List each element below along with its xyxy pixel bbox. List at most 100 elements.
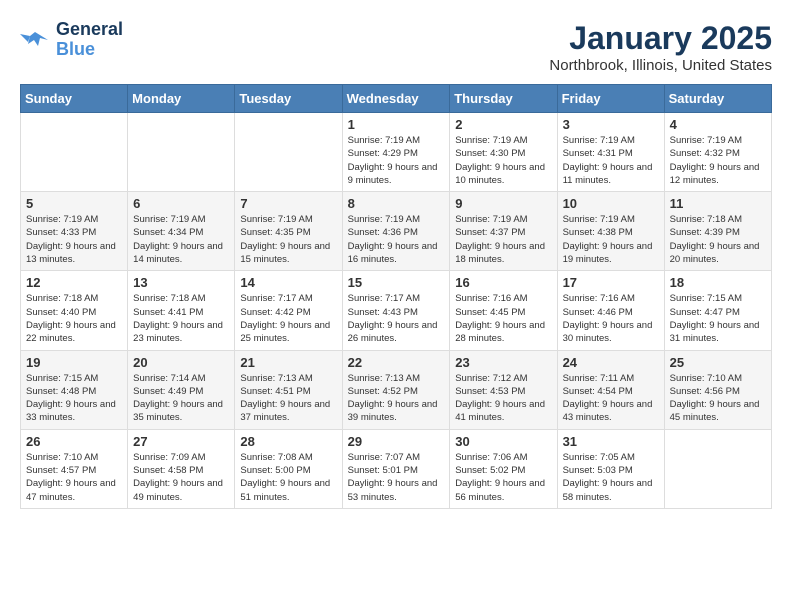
calendar-cell: 14 Sunrise: 7:17 AM Sunset: 4:42 PM Dayli…: [235, 271, 342, 350]
day-number: 29: [348, 434, 445, 449]
day-number: 13: [133, 275, 229, 290]
calendar-cell: 31 Sunrise: 7:05 AM Sunset: 5:03 PM Dayli…: [557, 429, 664, 508]
day-number: 7: [240, 196, 336, 211]
calendar-table: SundayMondayTuesdayWednesdayThursdayFrid…: [20, 84, 772, 509]
calendar-week-2: 5 Sunrise: 7:19 AM Sunset: 4:33 PM Daylig…: [21, 192, 772, 271]
calendar-cell: [235, 113, 342, 192]
cell-info: Sunrise: 7:10 AM Sunset: 4:57 PM Dayligh…: [26, 451, 122, 504]
logo: GeneralBlue: [20, 20, 123, 60]
day-header-tuesday: Tuesday: [235, 85, 342, 113]
cell-info: Sunrise: 7:18 AM Sunset: 4:39 PM Dayligh…: [670, 213, 766, 266]
cell-info: Sunrise: 7:12 AM Sunset: 4:53 PM Dayligh…: [455, 372, 551, 425]
day-number: 2: [455, 117, 551, 132]
cell-info: Sunrise: 7:13 AM Sunset: 4:51 PM Dayligh…: [240, 372, 336, 425]
day-number: 4: [670, 117, 766, 132]
cell-info: Sunrise: 7:16 AM Sunset: 4:45 PM Dayligh…: [455, 292, 551, 345]
cell-info: Sunrise: 7:19 AM Sunset: 4:32 PM Dayligh…: [670, 134, 766, 187]
day-number: 31: [563, 434, 659, 449]
cell-info: Sunrise: 7:17 AM Sunset: 4:42 PM Dayligh…: [240, 292, 336, 345]
day-number: 23: [455, 355, 551, 370]
calendar-cell: 24 Sunrise: 7:11 AM Sunset: 4:54 PM Dayli…: [557, 350, 664, 429]
logo-text: GeneralBlue: [56, 20, 123, 60]
calendar-week-4: 19 Sunrise: 7:15 AM Sunset: 4:48 PM Dayli…: [21, 350, 772, 429]
cell-info: Sunrise: 7:13 AM Sunset: 4:52 PM Dayligh…: [348, 372, 445, 425]
calendar-cell: 16 Sunrise: 7:16 AM Sunset: 4:45 PM Dayli…: [450, 271, 557, 350]
day-number: 19: [26, 355, 122, 370]
calendar-cell: 6Sunrise: 7:19 AM Sunset: 4:34 PM Daylig…: [128, 192, 235, 271]
day-number: 10: [563, 196, 659, 211]
calendar-cell: 30 Sunrise: 7:06 AM Sunset: 5:02 PM Dayli…: [450, 429, 557, 508]
calendar-cell: 13 Sunrise: 7:18 AM Sunset: 4:41 PM Dayli…: [128, 271, 235, 350]
day-number: 20: [133, 355, 229, 370]
cell-info: Sunrise: 7:19 AM Sunset: 4:38 PM Dayligh…: [563, 213, 659, 266]
cell-info: Sunrise: 7:07 AM Sunset: 5:01 PM Dayligh…: [348, 451, 445, 504]
calendar-cell: 26 Sunrise: 7:10 AM Sunset: 4:57 PM Dayli…: [21, 429, 128, 508]
day-number: 1: [348, 117, 445, 132]
calendar-cell: 10 Sunrise: 7:19 AM Sunset: 4:38 PM Dayli…: [557, 192, 664, 271]
cell-info: Sunrise: 7:11 AM Sunset: 4:54 PM Dayligh…: [563, 372, 659, 425]
calendar-week-3: 12 Sunrise: 7:18 AM Sunset: 4:40 PM Dayli…: [21, 271, 772, 350]
calendar-cell: 3Sunrise: 7:19 AM Sunset: 4:31 PM Daylig…: [557, 113, 664, 192]
calendar-cell: 20 Sunrise: 7:14 AM Sunset: 4:49 PM Dayli…: [128, 350, 235, 429]
month-title: January 2025: [549, 20, 772, 57]
cell-info: Sunrise: 7:19 AM Sunset: 4:35 PM Dayligh…: [240, 213, 336, 266]
cell-info: Sunrise: 7:08 AM Sunset: 5:00 PM Dayligh…: [240, 451, 336, 504]
day-number: 11: [670, 196, 766, 211]
calendar-cell: 19 Sunrise: 7:15 AM Sunset: 4:48 PM Dayli…: [21, 350, 128, 429]
calendar-cell: 12 Sunrise: 7:18 AM Sunset: 4:40 PM Dayli…: [21, 271, 128, 350]
cell-info: Sunrise: 7:10 AM Sunset: 4:56 PM Dayligh…: [670, 372, 766, 425]
calendar-cell: 17 Sunrise: 7:16 AM Sunset: 4:46 PM Dayli…: [557, 271, 664, 350]
day-number: 22: [348, 355, 445, 370]
cell-info: Sunrise: 7:19 AM Sunset: 4:33 PM Dayligh…: [26, 213, 122, 266]
day-number: 9: [455, 196, 551, 211]
day-number: 28: [240, 434, 336, 449]
cell-info: Sunrise: 7:05 AM Sunset: 5:03 PM Dayligh…: [563, 451, 659, 504]
calendar-cell: 18Sunrise: 7:15 AM Sunset: 4:47 PM Dayli…: [664, 271, 771, 350]
day-number: 30: [455, 434, 551, 449]
calendar-cell: 15 Sunrise: 7:17 AM Sunset: 4:43 PM Dayli…: [342, 271, 450, 350]
cell-info: Sunrise: 7:15 AM Sunset: 4:48 PM Dayligh…: [26, 372, 122, 425]
calendar-cell: [664, 429, 771, 508]
cell-info: Sunrise: 7:19 AM Sunset: 4:30 PM Dayligh…: [455, 134, 551, 187]
day-number: 16: [455, 275, 551, 290]
day-number: 27: [133, 434, 229, 449]
cell-info: Sunrise: 7:18 AM Sunset: 4:41 PM Dayligh…: [133, 292, 229, 345]
day-header-wednesday: Wednesday: [342, 85, 450, 113]
cell-info: Sunrise: 7:19 AM Sunset: 4:31 PM Dayligh…: [563, 134, 659, 187]
day-number: 15: [348, 275, 445, 290]
calendar-cell: 1Sunrise: 7:19 AM Sunset: 4:29 PM Daylig…: [342, 113, 450, 192]
day-number: 26: [26, 434, 122, 449]
day-header-thursday: Thursday: [450, 85, 557, 113]
day-number: 17: [563, 275, 659, 290]
cell-info: Sunrise: 7:14 AM Sunset: 4:49 PM Dayligh…: [133, 372, 229, 425]
day-number: 14: [240, 275, 336, 290]
cell-info: Sunrise: 7:18 AM Sunset: 4:40 PM Dayligh…: [26, 292, 122, 345]
calendar-week-5: 26 Sunrise: 7:10 AM Sunset: 4:57 PM Dayli…: [21, 429, 772, 508]
day-number: 8: [348, 196, 445, 211]
calendar-cell: 23 Sunrise: 7:12 AM Sunset: 4:53 PM Dayli…: [450, 350, 557, 429]
calendar-cell: 2 Sunrise: 7:19 AM Sunset: 4:30 PM Daylig…: [450, 113, 557, 192]
day-number: 21: [240, 355, 336, 370]
calendar-cell: [128, 113, 235, 192]
cell-info: Sunrise: 7:19 AM Sunset: 4:37 PM Dayligh…: [455, 213, 551, 266]
day-header-sunday: Sunday: [21, 85, 128, 113]
calendar-cell: [21, 113, 128, 192]
calendar-cell: 5 Sunrise: 7:19 AM Sunset: 4:33 PM Daylig…: [21, 192, 128, 271]
cell-info: Sunrise: 7:19 AM Sunset: 4:36 PM Dayligh…: [348, 213, 445, 266]
day-number: 24: [563, 355, 659, 370]
cell-info: Sunrise: 7:17 AM Sunset: 4:43 PM Dayligh…: [348, 292, 445, 345]
cell-info: Sunrise: 7:19 AM Sunset: 4:34 PM Dayligh…: [133, 213, 229, 266]
page-header: GeneralBlue January 2025 Northbrook, Ill…: [20, 20, 772, 74]
calendar-cell: 25Sunrise: 7:10 AM Sunset: 4:56 PM Dayli…: [664, 350, 771, 429]
calendar-cell: 7 Sunrise: 7:19 AM Sunset: 4:35 PM Daylig…: [235, 192, 342, 271]
calendar-cell: 27Sunrise: 7:09 AM Sunset: 4:58 PM Dayli…: [128, 429, 235, 508]
cell-info: Sunrise: 7:15 AM Sunset: 4:47 PM Dayligh…: [670, 292, 766, 345]
day-number: 12: [26, 275, 122, 290]
cell-info: Sunrise: 7:16 AM Sunset: 4:46 PM Dayligh…: [563, 292, 659, 345]
location-title: Northbrook, Illinois, United States: [549, 57, 772, 74]
calendar-cell: 4 Sunrise: 7:19 AM Sunset: 4:32 PM Daylig…: [664, 113, 771, 192]
day-number: 5: [26, 196, 122, 211]
cell-info: Sunrise: 7:06 AM Sunset: 5:02 PM Dayligh…: [455, 451, 551, 504]
day-header-monday: Monday: [128, 85, 235, 113]
calendar-cell: 11 Sunrise: 7:18 AM Sunset: 4:39 PM Dayli…: [664, 192, 771, 271]
